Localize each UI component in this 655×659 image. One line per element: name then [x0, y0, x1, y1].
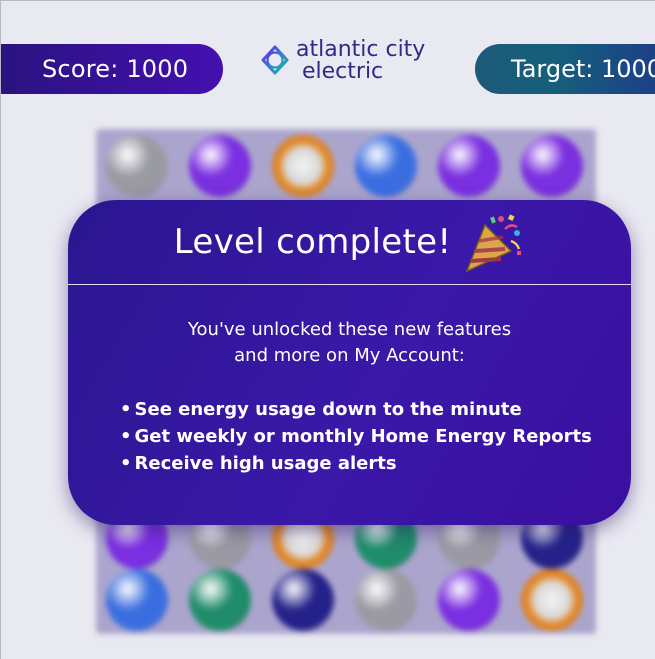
- gem-purple: [189, 135, 251, 197]
- intro-line-2: and more on My Account:: [234, 345, 465, 366]
- feature-item: • Get weekly or monthly Home Energy Repor…: [120, 423, 592, 450]
- gem-purple: [438, 569, 500, 631]
- bullet: •: [120, 426, 132, 447]
- target-display: Target: 1000: [475, 44, 655, 94]
- gem-green: [189, 569, 251, 631]
- dialog-title: Level complete!: [173, 222, 452, 262]
- feature-text: See energy usage down to the minute: [134, 399, 522, 420]
- dialog-header: Level complete!: [68, 200, 631, 284]
- dialog-divider: [68, 284, 631, 285]
- gem-orange: [272, 135, 334, 197]
- feature-text: Get weekly or monthly Home Energy Report…: [134, 426, 592, 447]
- gem-blue: [355, 135, 417, 197]
- score-text: Score: 1000: [42, 55, 189, 83]
- dialog-intro: You've unlocked these new features and m…: [68, 317, 631, 369]
- level-complete-dialog: Level complete! You've unlocked these ne…: [68, 200, 631, 525]
- feature-item: • See energy usage down to the minute: [120, 396, 592, 423]
- gem-purple: [438, 135, 500, 197]
- logo-wordmark: atlantic city electric: [296, 39, 425, 83]
- party-popper-icon: [465, 214, 522, 273]
- feature-list: • See energy usage down to the minute • Ge…: [120, 396, 592, 477]
- gem-navy: [272, 569, 334, 631]
- logo-line-2: electric: [302, 59, 384, 84]
- game-frame: Score: 1000 atlantic city electric Targe…: [0, 0, 655, 659]
- bullet: •: [120, 399, 132, 420]
- feature-item: • Receive high usage alerts: [120, 450, 592, 477]
- score-display: Score: 1000: [1, 44, 223, 94]
- gem-silver: [355, 569, 417, 631]
- bullet: •: [120, 453, 132, 474]
- brand-logo: atlantic city electric: [260, 39, 440, 97]
- atlantic-city-electric-logo-icon: [261, 45, 289, 75]
- gem-purple: [521, 135, 583, 197]
- gem-blue: [106, 569, 168, 631]
- target-text: Target: 1000: [511, 55, 655, 83]
- gem-orange: [521, 569, 583, 631]
- gem-silver: [106, 135, 168, 197]
- intro-line-1: You've unlocked these new features: [187, 319, 512, 340]
- feature-text: Receive high usage alerts: [134, 453, 397, 474]
